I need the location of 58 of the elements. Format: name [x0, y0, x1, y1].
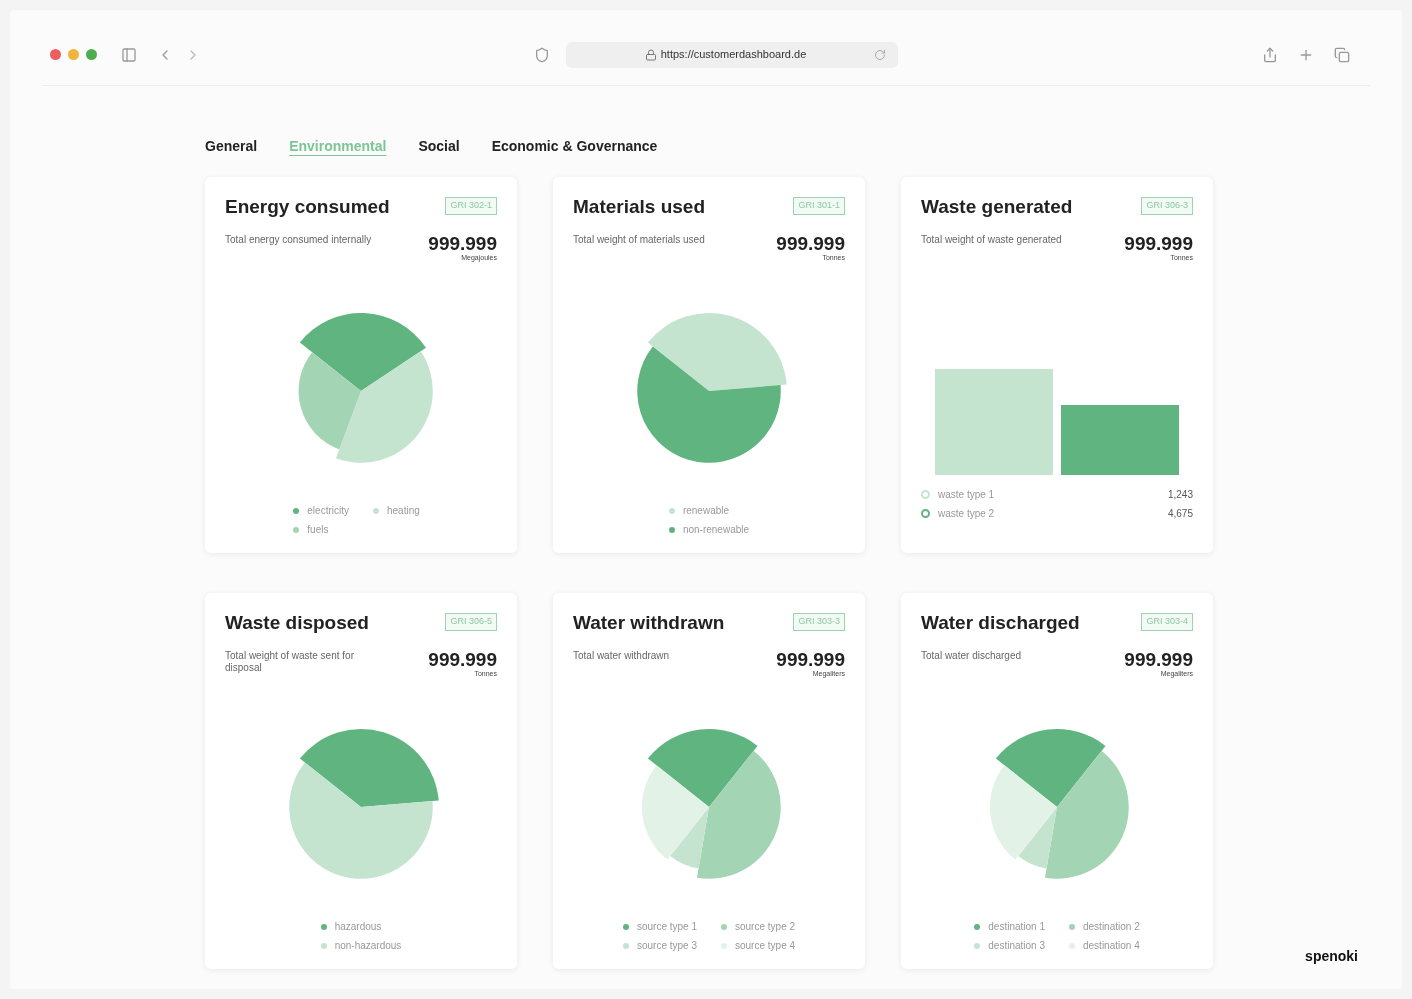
sidebar-icon[interactable] [121, 46, 137, 63]
legend-label: destination 4 [1083, 939, 1140, 953]
card-title: Water discharged [921, 611, 1080, 635]
legend-label: destination 1 [988, 920, 1045, 934]
url-field[interactable]: https://customerdashboard.de [565, 41, 898, 68]
legend-label: non-hazardous [334, 939, 402, 953]
card-title: Energy consumed [225, 195, 390, 219]
lock-icon [644, 48, 657, 61]
legend-label: electricity [307, 504, 349, 518]
legend-label: source type 3 [636, 939, 697, 953]
legend-label: destination 2 [1083, 920, 1140, 934]
card-title: Materials used [573, 195, 705, 219]
metric-value: 999.999 [428, 649, 497, 669]
legend-label: destination 3 [988, 939, 1045, 953]
shield-icon[interactable] [533, 46, 550, 63]
reload-icon[interactable] [873, 48, 886, 61]
legend-value: 1,243 [1167, 488, 1193, 502]
legend-label: source type 4 [735, 939, 796, 953]
legend-label: hazardous [334, 920, 382, 934]
url-text: https://customerdashboard.de [660, 47, 807, 63]
section-tab[interactable]: Economic & Governance [491, 136, 658, 157]
legend-value: 4,675 [1167, 507, 1193, 521]
legend-label: waste type 1 [938, 488, 995, 502]
share-icon[interactable] [1262, 46, 1278, 63]
gri-tag: GRI 306-3 [1141, 197, 1193, 215]
legend-label: source type 2 [735, 920, 796, 934]
metric-description: Total energy consumed internally [225, 233, 373, 246]
metric-value: 999.999 [776, 649, 845, 669]
legend-label: source type 1 [636, 920, 697, 934]
card-title: Water withdrawn [573, 611, 725, 635]
metric-value: 999.999 [776, 233, 845, 253]
section-tab[interactable]: General [205, 136, 258, 157]
gri-tag: GRI 303-3 [793, 613, 845, 631]
card-title: Waste disposed [225, 611, 369, 635]
metric-description: Total water discharged [921, 649, 1023, 662]
legend-label: fuels [307, 523, 329, 537]
metric-value: 999.999 [428, 233, 497, 253]
metric-description: Total weight of waste sent for disposal [225, 649, 355, 675]
metric-value: 999.999 [1124, 233, 1193, 253]
card-title: Waste generated [921, 195, 1073, 219]
legend-label: heating [387, 504, 420, 518]
legend-label: non-renewable [682, 523, 750, 537]
legend-label: waste type 2 [938, 507, 995, 521]
legend-label: renewable [682, 504, 730, 518]
minimize-window-button[interactable] [68, 49, 79, 60]
gri-tag: GRI 301-1 [793, 197, 845, 215]
close-window-button[interactable] [50, 49, 61, 60]
tabs-overview-icon[interactable] [1334, 46, 1350, 63]
metric-description: Total weight of materials used [573, 233, 706, 246]
gri-tag: GRI 306-5 [445, 613, 497, 631]
gri-tag: GRI 302-1 [445, 197, 497, 215]
metric-description: Total water withdrawn [573, 649, 671, 662]
metric-description: Total weight of waste generated [921, 233, 1063, 246]
maximize-window-button[interactable] [86, 49, 97, 60]
section-tab[interactable]: Social [418, 136, 460, 157]
metric-value: 999.999 [1124, 649, 1193, 669]
brand-logo: spenoki [1305, 947, 1358, 966]
gri-tag: GRI 303-4 [1141, 613, 1193, 631]
